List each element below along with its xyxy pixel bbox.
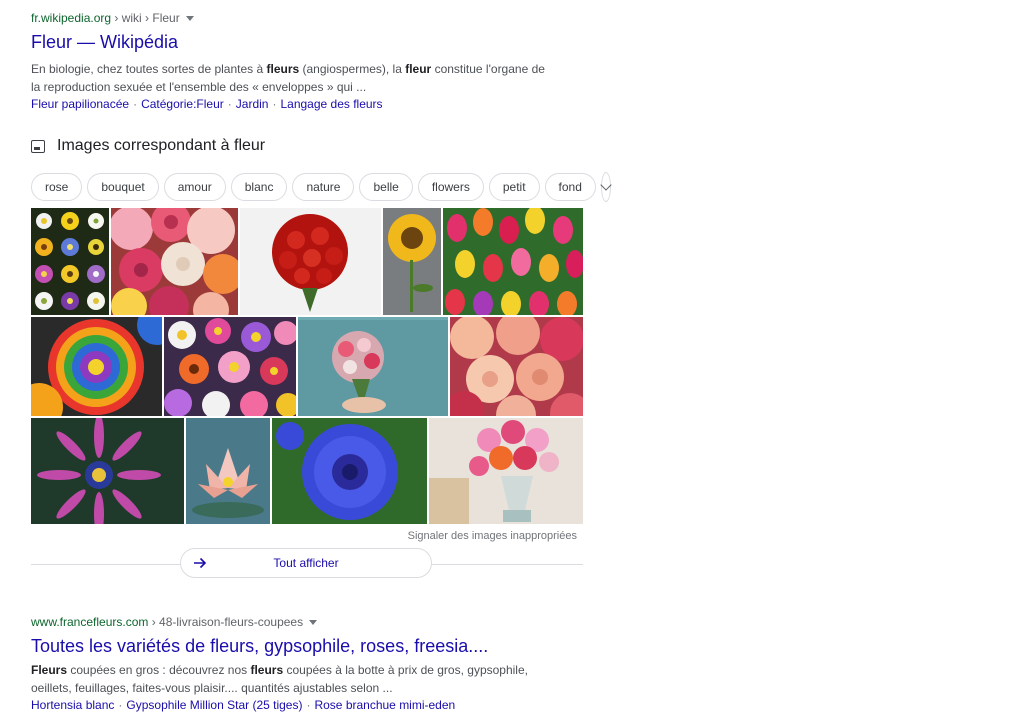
sitelink-separator: ·	[272, 97, 277, 111]
result-francefleurs: www.francefleurs.com › 48-livraison-fleu…	[31, 614, 531, 713]
result-url[interactable]: fr.wikipedia.org › wiki › Fleur	[31, 10, 551, 26]
snippet-bold-term: fleurs	[266, 62, 300, 76]
image-tile-cornflower[interactable]	[272, 418, 427, 524]
image-tile-tulips[interactable]	[443, 208, 583, 315]
snippet-bold-term: fleur	[405, 62, 432, 76]
chevron-down-icon	[600, 179, 612, 191]
images-heading: Images correspondant à fleur	[57, 137, 266, 154]
image-tile-water-lily[interactable]	[186, 418, 270, 524]
image-icon	[31, 139, 45, 153]
image-tile-roses-mix[interactable]	[111, 208, 238, 315]
sitelink[interactable]: Catégorie:Fleur	[141, 97, 224, 111]
result-url[interactable]: www.francefleurs.com › 48-livraison-fleu…	[31, 614, 531, 630]
chip-nature[interactable]: nature	[292, 173, 355, 201]
image-tile-flower-collage[interactable]	[31, 208, 109, 315]
image-tile-mixed-daisies[interactable]	[164, 317, 296, 416]
chip-fond[interactable]: fond	[544, 173, 596, 201]
result-title[interactable]: Fleur — Wikipédia	[31, 30, 178, 54]
sitelink-separator: ·	[227, 97, 232, 111]
chip-flowers[interactable]: flowers	[417, 173, 484, 201]
image-tile-sunflower[interactable]	[383, 208, 441, 315]
result-sitelinks: Fleur papilionacée · Catégorie:Fleur · Jardi…	[31, 96, 551, 112]
sitelink[interactable]: Gypsophile Million Star (25 tiges)	[126, 698, 302, 712]
chips-more-button[interactable]	[600, 172, 612, 202]
sitelink-separator: ·	[133, 97, 138, 111]
result-domain[interactable]: www.francefleurs.com	[31, 615, 148, 629]
chip-bouquet[interactable]: bouquet	[87, 173, 159, 201]
sitelink[interactable]: Rose branchue mimi-eden	[314, 698, 455, 712]
result-path: › 48-livraison-fleurs-coupees	[148, 615, 304, 629]
result-title[interactable]: Toutes les variétés de fleurs, gypsophil…	[31, 634, 488, 658]
arrow-right-icon	[193, 556, 207, 570]
result-path: › wiki › Fleur	[111, 11, 180, 25]
snippet-text: coupées en gros : découvrez nos	[67, 663, 251, 677]
chip-rose[interactable]: rose	[31, 173, 83, 201]
chip-blanc[interactable]: blanc	[230, 173, 288, 201]
images-section: Images correspondant à fleur rose bouquet…	[31, 134, 612, 202]
chip-amour[interactable]: amour	[163, 173, 226, 201]
image-tile-rainbow-rose[interactable]	[31, 317, 162, 416]
chevron-down-icon[interactable]	[185, 16, 194, 22]
show-all-label: Tout afficher	[273, 556, 339, 570]
image-grid	[31, 208, 583, 524]
sitelink[interactable]: Langage des fleurs	[280, 97, 382, 111]
snippet-text: En biologie, chez toutes sortes de plant…	[31, 62, 267, 76]
image-tile-red-bouquet[interactable]	[240, 208, 381, 315]
image-tile-purple-osteospermum[interactable]	[31, 418, 184, 524]
snippet-text: (angiospermes), la	[299, 62, 406, 76]
snippet-bold-term: fleurs	[250, 663, 284, 677]
snippet-bold-term: Fleurs	[31, 663, 68, 677]
sitelink-separator: ·	[118, 698, 123, 712]
show-all-images: Tout afficher	[31, 548, 583, 580]
result-wikipedia: fr.wikipedia.org › wiki › Fleur Fleur — …	[31, 10, 551, 112]
chip-petit[interactable]: petit	[488, 173, 540, 201]
image-tile-peach-roses[interactable]	[450, 317, 583, 416]
show-all-button[interactable]: Tout afficher	[180, 548, 432, 578]
result-domain[interactable]: fr.wikipedia.org	[31, 11, 111, 25]
result-sitelinks: Hortensia blanc · Gypsophile Million Star …	[31, 697, 531, 713]
result-snippet: Fleurs coupées en gros : découvrez nos f…	[31, 661, 531, 697]
refinement-chips: rose bouquet amour blanc nature belle flowers p…	[31, 172, 612, 202]
result-snippet: En biologie, chez toutes sortes de plant…	[31, 60, 551, 96]
report-images-link[interactable]: Signaler des images inappropriées	[31, 530, 577, 542]
sitelink[interactable]: Jardin	[236, 97, 269, 111]
image-tile-vase-bouquet[interactable]	[429, 418, 583, 524]
sitelink-separator: ·	[306, 698, 311, 712]
chevron-down-icon[interactable]	[309, 620, 318, 626]
chip-belle[interactable]: belle	[359, 173, 413, 201]
sitelink[interactable]: Fleur papilionacée	[31, 97, 129, 111]
sitelink[interactable]: Hortensia blanc	[31, 698, 114, 712]
image-tile-bouquet-hand[interactable]	[298, 317, 448, 416]
